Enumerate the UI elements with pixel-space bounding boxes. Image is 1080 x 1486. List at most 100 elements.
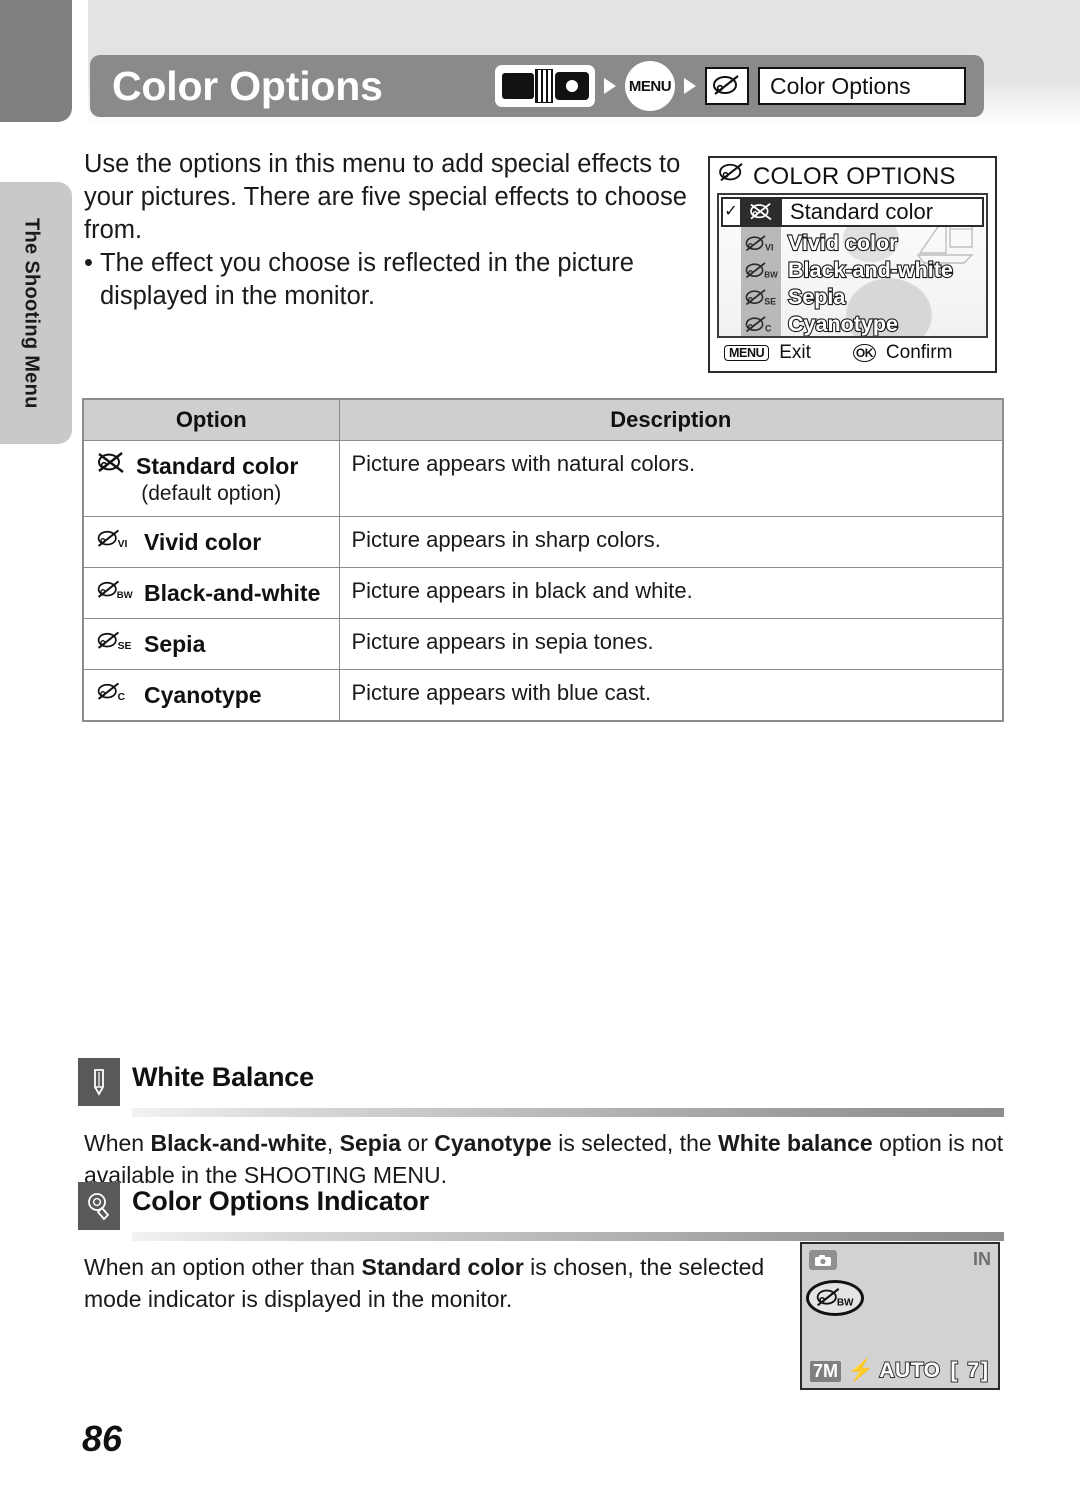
sepia-icon: SE bbox=[96, 629, 134, 659]
table-header-description: Description bbox=[338, 398, 1004, 441]
black-and-white-icon: BW bbox=[741, 261, 781, 281]
flash-mode-label: AUTO bbox=[878, 1358, 941, 1383]
menu-key-icon: MENU bbox=[724, 345, 770, 361]
intro-text-block: Use the options in this menu to add spec… bbox=[84, 148, 704, 313]
chevron-right-icon bbox=[604, 78, 616, 94]
black-and-white-icon: BW bbox=[96, 578, 134, 608]
option-line: VI Vivid color bbox=[96, 527, 327, 557]
checkmark-icon: ✓ bbox=[724, 203, 738, 220]
lcd-option-label: Sepia bbox=[787, 284, 847, 310]
breadcrumb-current-item: Color Options bbox=[758, 67, 966, 105]
table-row: BW Black-and-white Picture appears in bl… bbox=[82, 567, 1004, 619]
lcd-selected-option-label: Standard color bbox=[790, 199, 934, 224]
palette-icon bbox=[718, 162, 746, 191]
flash-icon: ⚡ bbox=[847, 1358, 875, 1383]
section-divider bbox=[132, 1232, 1004, 1241]
intro-bullet-item: • The effect you choose is reflected in … bbox=[84, 247, 704, 313]
table-cell-option: BW Black-and-white bbox=[82, 567, 340, 619]
lcd-option-label: Vivid color bbox=[787, 230, 899, 256]
lcd-option-row[interactable]: C Cyanotype bbox=[741, 311, 899, 336]
wb-bold-4: White balance bbox=[718, 1130, 873, 1156]
svg-text:VI: VI bbox=[765, 242, 773, 252]
lcd-selected-option-row[interactable]: ✓ Standard color bbox=[721, 197, 984, 227]
option-line: BW Black-and-white bbox=[96, 578, 327, 608]
color-options-table: Option Description Standard color (defau… bbox=[82, 398, 1004, 722]
wb-text-1: When bbox=[84, 1130, 151, 1156]
table-cell-description: Picture appears with blue cast. bbox=[338, 669, 1004, 722]
svg-text:BW: BW bbox=[837, 1297, 854, 1308]
camera-shooting-mode-icon bbox=[495, 65, 595, 107]
vivid-color-icon: VI bbox=[96, 527, 134, 557]
table-cell-description: Picture appears in black and white. bbox=[338, 567, 1004, 619]
color-options-palette-icon bbox=[705, 67, 749, 105]
lcd-confirm-label: Confirm bbox=[885, 342, 953, 363]
option-name: Cyanotype bbox=[144, 681, 262, 708]
black-and-white-indicator-icon: BW bbox=[806, 1280, 864, 1316]
table-row: C Cyanotype Picture appears with blue ca… bbox=[82, 669, 1004, 722]
svg-text:SE: SE bbox=[764, 296, 776, 306]
page-number: 86 bbox=[82, 1418, 123, 1459]
sepia-icon: SE bbox=[741, 288, 781, 308]
lcd-option-row[interactable]: BW Black-and-white bbox=[741, 257, 954, 283]
chapter-side-tab: The Shooting Menu bbox=[0, 182, 72, 444]
option-name: Black-and-white bbox=[144, 579, 321, 606]
option-name: Vivid color bbox=[144, 528, 262, 555]
svg-text:BW: BW bbox=[117, 590, 133, 601]
corner-tab-stub bbox=[0, 0, 72, 122]
table-cell-description: Picture appears in sharp colors. bbox=[338, 516, 1004, 568]
table-row: VI Vivid color Picture appears in sharp … bbox=[82, 516, 1004, 568]
option-line: C Cyanotype bbox=[96, 680, 327, 710]
table-cell-description: Picture appears with natural colors. bbox=[338, 440, 1004, 517]
section-divider bbox=[132, 1108, 1004, 1117]
table-cell-description: Picture appears in sepia tones. bbox=[338, 618, 1004, 670]
table-cell-option: C Cyanotype bbox=[82, 669, 340, 722]
table-cell-option: SE Sepia bbox=[82, 618, 340, 670]
color-indicator-heading: Color Options Indicator bbox=[78, 1182, 1004, 1230]
lightbulb-tip-icon bbox=[78, 1182, 120, 1230]
lcd-menu-title: COLOR OPTIONS bbox=[753, 162, 956, 190]
table-row: Standard color (default option) Picture … bbox=[82, 440, 1004, 517]
lcd-option-row[interactable]: VI Vivid color bbox=[741, 230, 899, 256]
svg-text:BW: BW bbox=[764, 270, 778, 279]
page-title: Color Options bbox=[112, 62, 383, 109]
color-indicator-title: Color Options Indicator bbox=[132, 1186, 429, 1216]
wb-bold-3: Cyanotype bbox=[434, 1130, 552, 1156]
wb-text-3: or bbox=[401, 1130, 435, 1156]
svg-text:C: C bbox=[765, 323, 772, 333]
table-row: SE Sepia Picture appears in sepia tones. bbox=[82, 618, 1004, 670]
option-name: Standard color bbox=[136, 452, 299, 479]
svg-text:SE: SE bbox=[118, 641, 132, 652]
intro-paragraph: Use the options in this menu to add spec… bbox=[84, 150, 687, 244]
intro-bullet-text: The effect you choose is reflected in th… bbox=[100, 249, 634, 310]
option-name: Sepia bbox=[144, 630, 206, 657]
manual-page: The Shooting Menu Color Options MENU Col… bbox=[0, 0, 1080, 1486]
table-header-row: Option Description bbox=[82, 398, 1004, 441]
cyanotype-icon: C bbox=[741, 315, 781, 335]
lcd-footer-hints: MENU Exit OK Confirm bbox=[710, 338, 995, 364]
lcd-option-label: Black-and-white bbox=[787, 257, 954, 283]
lcd-exit-label: Exit bbox=[779, 342, 811, 363]
monitor-status-bar: 7M ⚡ AUTO [ 7] bbox=[802, 1358, 998, 1384]
vivid-color-icon: VI bbox=[741, 234, 781, 254]
cyanotype-icon: C bbox=[96, 680, 134, 710]
option-line: SE Sepia bbox=[96, 629, 327, 659]
wb-bold-2: Sepia bbox=[339, 1130, 402, 1156]
image-size-badge: 7M bbox=[810, 1360, 842, 1382]
ci-bold-1: Standard color bbox=[361, 1254, 524, 1280]
ok-key-icon: OK bbox=[852, 344, 876, 362]
wb-text-4: is selected, the bbox=[551, 1130, 719, 1156]
wb-text-2: , bbox=[326, 1130, 340, 1156]
pencil-note-icon bbox=[78, 1058, 120, 1106]
menu-button-icon: MENU bbox=[625, 61, 675, 111]
monitor-indicator-illustration: IN BW 7M ⚡ AUTO [ 7] bbox=[800, 1242, 1000, 1390]
lcd-option-row[interactable]: SE Sepia bbox=[741, 284, 847, 310]
color-indicator-body: When an option other than Standard color… bbox=[84, 1251, 784, 1315]
chevron-right-icon bbox=[684, 78, 696, 94]
chapter-side-tab-label: The Shooting Menu bbox=[20, 217, 43, 409]
option-subtext: (default option) bbox=[141, 482, 282, 505]
table-cell-option: VI Vivid color bbox=[82, 516, 340, 568]
white-balance-title: White Balance bbox=[132, 1062, 314, 1092]
page-header-bar: Color Options MENU Color Options bbox=[90, 55, 984, 117]
shots-remaining: [ 7] bbox=[950, 1358, 990, 1383]
white-balance-section: White Balance When Black-and-white, Sepi… bbox=[78, 1058, 1004, 1191]
